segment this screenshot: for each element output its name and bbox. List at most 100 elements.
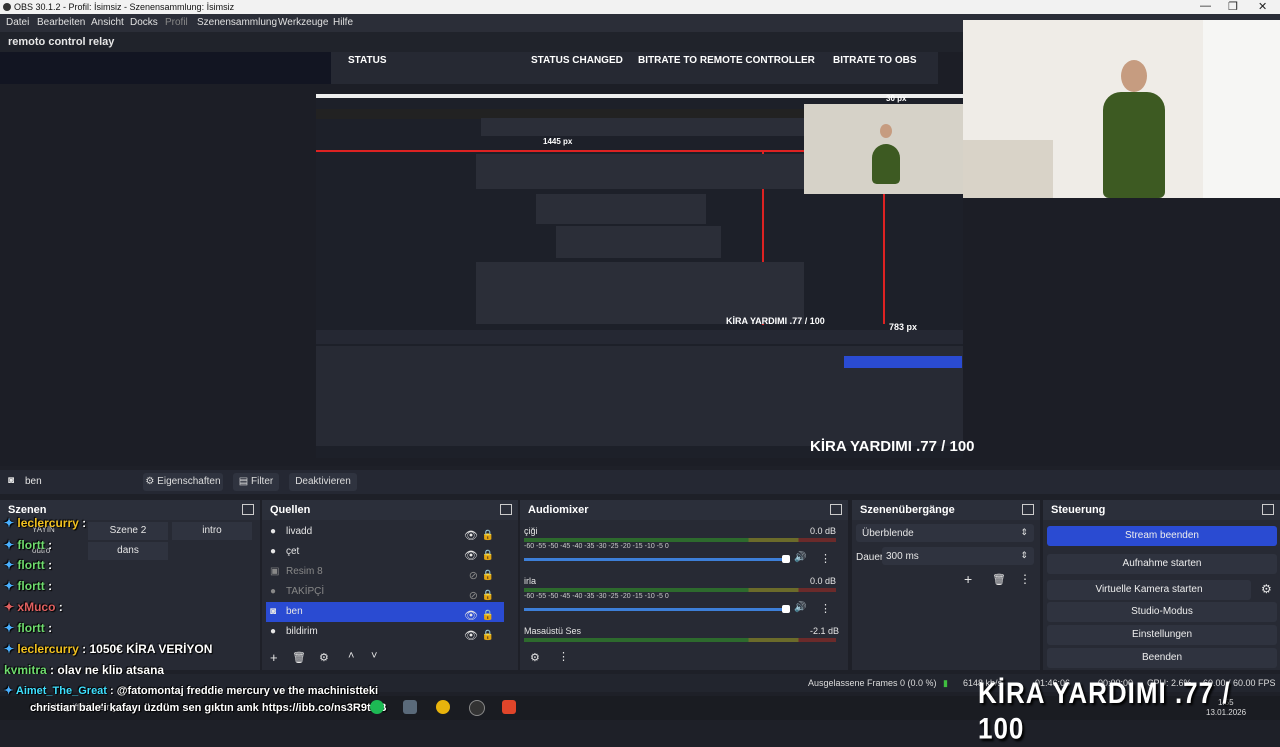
channel-db: 0.0 dB (810, 576, 837, 586)
scene-item[interactable]: intro (172, 522, 252, 540)
undock-icon[interactable] (1022, 504, 1034, 515)
studio-mode-button[interactable]: Studio-Modus (1047, 602, 1277, 622)
volume-slider[interactable] (524, 558, 786, 561)
add-source-button[interactable]: + (270, 650, 278, 665)
scene-item[interactable]: Szene 2 (88, 522, 168, 540)
volume-slider[interactable] (524, 608, 786, 611)
source-row[interactable]: ● bildirim 👁 🔒 (266, 622, 504, 642)
virtual-camera-settings-icon[interactable]: ⚙ (1261, 582, 1272, 596)
source-toolbar: ◙ ben ⚙ Eigenschaften ▤ Filter Deaktivie… (0, 470, 1280, 494)
source-type-icon: ● (270, 526, 277, 537)
chat-message: ✦ flortt : (4, 538, 53, 552)
exit-button[interactable]: Beenden (1047, 648, 1277, 668)
camera-icon: ◙ (270, 606, 277, 617)
relay-col-bitrate-obs: BITRATE TO OBS (833, 55, 917, 66)
settings-button[interactable]: Einstellungen (1047, 625, 1277, 645)
controls-dock: Steuerung Stream beenden Aufnahme starte… (1043, 500, 1280, 670)
menu-docks[interactable]: Docks (130, 17, 158, 28)
channel-menu-icon[interactable]: ⋮ (820, 602, 831, 615)
chat-message: christian bale'i kafayı üzdüm sen gıktın… (30, 702, 387, 714)
obs-taskbar-icon[interactable] (469, 700, 485, 716)
transitions-dock: Szenenübergänge Überblende ⇕ Dauer 300 m… (852, 500, 1040, 670)
mixer-menu-icon[interactable]: ⋮ (558, 650, 569, 663)
menu-werkzeuge[interactable]: Werkzeuge (278, 17, 328, 28)
relay-dock-title: remoto control relay (8, 36, 115, 48)
sources-dock-header: Quellen (262, 500, 518, 520)
mixer-settings-icon[interactable]: ⚙ (530, 651, 540, 664)
menu-bearbeiten[interactable]: Bearbeiten (37, 17, 85, 28)
person-figure (1103, 92, 1165, 198)
undock-icon[interactable] (242, 504, 254, 515)
channel-db: 0.0 dB (810, 526, 837, 536)
remove-source-button[interactable]: 🗑 (292, 651, 306, 664)
source-row[interactable]: ● çet 👁 🔒 (266, 542, 504, 562)
camera-icon: ◙ (8, 475, 15, 486)
transition-select[interactable]: Überblende ⇕ (856, 524, 1034, 542)
close-button[interactable]: ✕ (1258, 0, 1267, 13)
signal-icon: ▮ (943, 678, 948, 688)
start-virtual-camera-button[interactable]: Virtuelle Kamera starten (1047, 580, 1251, 600)
menu-profil[interactable]: Profil (165, 17, 188, 28)
add-transition-button[interactable]: + (964, 571, 972, 587)
volume-slider-handle[interactable] (782, 605, 790, 613)
relay-left-panel (0, 52, 331, 84)
undock-icon[interactable] (830, 504, 842, 515)
deactivate-button[interactable]: Deaktivieren (289, 473, 357, 491)
dropped-frames: Ausgelassene Frames 0 (0.0 %) (808, 678, 937, 688)
volume-meter (524, 538, 836, 542)
undock-icon[interactable] (500, 504, 512, 515)
spotify-icon[interactable] (370, 700, 384, 714)
measure-width-label: 1445 px (543, 137, 573, 146)
brave-icon[interactable] (502, 700, 516, 714)
source-row[interactable]: ● TAKİPÇİ ⊘ 🔒 (266, 582, 504, 602)
source-row[interactable]: ▣ Resim 8 ⊘ 🔒 (266, 562, 504, 582)
lock-icon[interactable]: 🔒 (482, 626, 494, 646)
duration-value: 300 ms (886, 551, 919, 562)
transition-menu-icon[interactable]: ⋮ (1019, 572, 1031, 586)
source-type-icon: ● (270, 546, 277, 557)
duration-label: Dauer (856, 552, 884, 563)
relay-dock-title-bar: remoto control relay (0, 32, 963, 52)
channel-menu-icon[interactable]: ⋮ (820, 552, 831, 565)
chrome-icon[interactable] (436, 700, 450, 714)
move-up-button[interactable]: ˄ (348, 650, 354, 662)
duration-spinbox[interactable]: 300 ms ⇕ (882, 547, 1034, 565)
speaker-icon[interactable]: 🔊 (794, 602, 806, 613)
scene-item[interactable]: dans (88, 542, 168, 560)
audio-mixer-header: Audiomixer (520, 500, 848, 520)
visibility-eye-icon[interactable]: 👁 (464, 626, 478, 646)
filter-button[interactable]: ▤ Filter (233, 473, 279, 491)
calculator-icon[interactable] (403, 700, 417, 714)
stop-stream-button[interactable]: Stream beenden (1047, 526, 1277, 546)
meter-ticks: -60 -55 -50 -45 -40 -35 -30 -25 -20 -15 … (524, 543, 669, 550)
chat-message: ✦ xMuco : (4, 600, 63, 614)
overlay-title: KİRA YARDIMI .77 / 100 (978, 675, 1231, 746)
chat-message: ✦ flortt : (4, 621, 53, 635)
measure-height-label: 783 px (889, 322, 918, 332)
minimize-button[interactable]: — (1200, 0, 1211, 12)
maximize-button[interactable]: ❐ (1228, 0, 1238, 13)
audio-mixer-dock: Audiomixer çiği 0.0 dB -60 -55 -50 -45 -… (520, 500, 848, 670)
undock-icon[interactable] (1262, 504, 1274, 515)
measure-top-label: 30 px (886, 94, 907, 103)
spin-arrows-icon[interactable]: ⇕ (1020, 550, 1028, 561)
menu-datei[interactable]: Datei (6, 17, 29, 28)
source-properties-button[interactable]: ⚙ (319, 651, 329, 664)
image-source-icon: ▣ (270, 566, 280, 577)
audio-mixer-title: Audiomixer (528, 504, 589, 516)
source-row[interactable]: ● livadd 👁 🔒 (266, 522, 504, 542)
webcam-feed (963, 20, 1280, 198)
properties-button[interactable]: ⚙ Eigenschaften (143, 473, 223, 491)
remove-transition-button[interactable]: 🗑 (992, 573, 1006, 586)
source-row-selected[interactable]: ◙ ben 👁 🔒 (266, 602, 504, 622)
menu-szenensammlung[interactable]: Szenensammlung (197, 17, 277, 28)
nested-preview-capture: 1445 px 30 px 783 px KİRA YARDIMI .77 / … (316, 94, 963, 458)
speaker-icon[interactable]: 🔊 (794, 552, 806, 563)
menu-ansicht[interactable]: Ansicht (91, 17, 124, 28)
scenes-title: Szenen (8, 504, 47, 516)
volume-slider-handle[interactable] (782, 555, 790, 563)
start-recording-button[interactable]: Aufnahme starten (1047, 554, 1277, 574)
nested-overlay-small: KİRA YARDIMI .77 / 100 (726, 316, 825, 326)
menu-hilfe[interactable]: Hilfe (333, 17, 353, 28)
move-down-button[interactable]: ˅ (371, 650, 377, 662)
